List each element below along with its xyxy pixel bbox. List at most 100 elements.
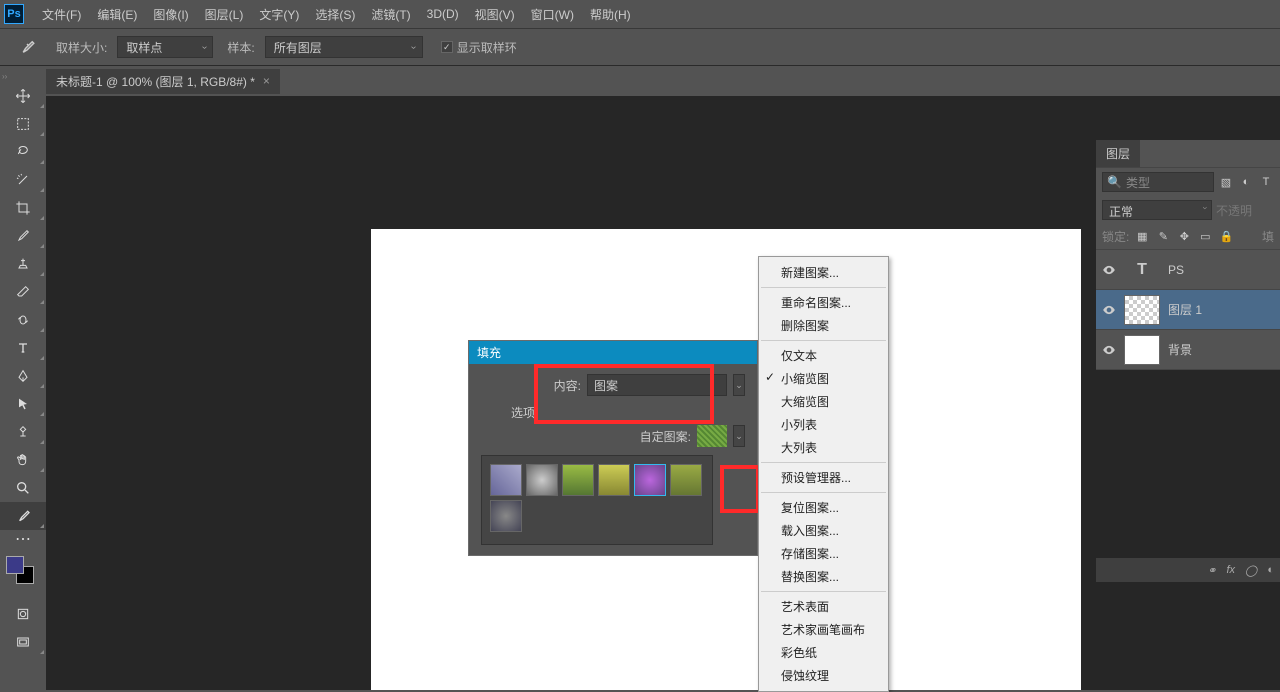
context-menu-item[interactable]: 重命名图案...: [759, 291, 888, 314]
context-menu-item[interactable]: 艺术家画笔画布: [759, 618, 888, 641]
layer-fx-icon[interactable]: fx: [1226, 564, 1235, 576]
filter-type-icon[interactable]: T: [1258, 174, 1274, 190]
layer-row[interactable]: 图层 1: [1096, 290, 1280, 330]
menu-file[interactable]: 文件(F): [34, 6, 89, 23]
close-tab-icon[interactable]: ×: [263, 74, 270, 88]
brush-tool[interactable]: [0, 222, 46, 250]
menu-3d[interactable]: 3D(D): [419, 7, 467, 21]
menu-edit[interactable]: 编辑(E): [89, 6, 145, 23]
document-tab[interactable]: 未标题-1 @ 100% (图层 1, RGB/8#) * ×: [46, 69, 280, 94]
fill-content-select[interactable]: 图案: [587, 374, 727, 396]
menu-select[interactable]: 选择(S): [307, 6, 363, 23]
visibility-icon[interactable]: [1102, 343, 1116, 357]
context-menu-item[interactable]: ✓小缩览图: [759, 367, 888, 390]
context-menu-item[interactable]: 大缩览图: [759, 390, 888, 413]
lock-pixels-icon[interactable]: ▦: [1134, 229, 1150, 245]
layer-row[interactable]: T PS: [1096, 250, 1280, 290]
pattern-preview-thumb[interactable]: [697, 425, 727, 447]
context-menu-item[interactable]: 彩色纸: [759, 641, 888, 664]
pattern-context-menu: 新建图案... 重命名图案...删除图案仅文本✓小缩览图大缩览图小列表大列表预设管…: [758, 256, 889, 692]
menu-help[interactable]: 帮助(H): [582, 6, 639, 23]
menu-view[interactable]: 视图(V): [467, 6, 523, 23]
context-menu-label: 替换图案...: [781, 570, 839, 584]
context-menu-item[interactable]: 侵蚀纹理: [759, 664, 888, 687]
lock-artboard-icon[interactable]: ▭: [1197, 229, 1213, 245]
context-menu-item[interactable]: 载入图案...: [759, 519, 888, 542]
magic-wand-tool[interactable]: [0, 166, 46, 194]
marquee-tool[interactable]: [0, 110, 46, 138]
pattern-swatch[interactable]: [490, 500, 522, 532]
context-menu-item[interactable]: 替换图案...: [759, 565, 888, 588]
pattern-swatch[interactable]: [562, 464, 594, 496]
active-tool-icon[interactable]: [12, 38, 42, 56]
layers-panel-tab[interactable]: 图层: [1096, 140, 1140, 167]
visibility-icon[interactable]: [1102, 263, 1116, 277]
menu-layer[interactable]: 图层(L): [197, 6, 252, 23]
context-menu-item[interactable]: 仅文本: [759, 344, 888, 367]
move-tool[interactable]: [0, 82, 46, 110]
type-tool[interactable]: [0, 334, 46, 362]
eyedropper-tool[interactable]: [0, 502, 46, 530]
zoom-tool[interactable]: [0, 474, 46, 502]
context-menu-label: 彩色纸: [781, 646, 817, 660]
blend-mode-select[interactable]: 正常: [1102, 200, 1212, 220]
context-menu-item[interactable]: 删除图案: [759, 314, 888, 337]
filter-pixel-icon[interactable]: ▧: [1218, 174, 1234, 190]
context-menu-label: 载入图案...: [781, 524, 839, 538]
document-tab-title: 未标题-1 @ 100% (图层 1, RGB/8#) *: [56, 73, 255, 90]
foreground-color[interactable]: [6, 556, 24, 574]
path-selection-tool[interactable]: [0, 390, 46, 418]
pattern-dropdown-icon[interactable]: ⌄: [733, 425, 745, 447]
gradient-tool[interactable]: [0, 306, 46, 334]
pattern-swatch-selected[interactable]: [634, 464, 666, 496]
menu-separator: [761, 492, 886, 493]
lock-position-icon[interactable]: ✥: [1176, 229, 1192, 245]
pattern-swatch[interactable]: [598, 464, 630, 496]
adjustment-layer-icon[interactable]: ◐: [1267, 564, 1274, 576]
link-layers-icon[interactable]: ⚭: [1207, 564, 1216, 577]
screen-mode-tool[interactable]: [0, 628, 46, 656]
context-menu-item[interactable]: 预设管理器...: [759, 466, 888, 489]
quick-mask-tool[interactable]: [0, 600, 46, 628]
layer-row[interactable]: 背景: [1096, 330, 1280, 370]
sample-size-label: 取样大小:: [56, 39, 107, 56]
eraser-tool[interactable]: [0, 278, 46, 306]
context-menu-item[interactable]: 大列表: [759, 436, 888, 459]
pattern-swatch[interactable]: [670, 464, 702, 496]
layer-mask-icon[interactable]: ◯: [1245, 564, 1257, 577]
layer-filter-select[interactable]: 🔍 类型: [1102, 172, 1214, 192]
context-menu-item[interactable]: 存储图案...: [759, 542, 888, 565]
color-swatches[interactable]: [6, 556, 46, 588]
context-menu-item[interactable]: 小列表: [759, 413, 888, 436]
pen-tool[interactable]: [0, 362, 46, 390]
lock-all-icon[interactable]: 🔒: [1218, 229, 1234, 245]
menu-filter[interactable]: 滤镜(T): [363, 6, 418, 23]
sample-label: 样本:: [227, 39, 254, 56]
layer-thumbnail: [1124, 295, 1160, 325]
layer-filter-label: 类型: [1126, 174, 1150, 191]
show-ring-checkbox[interactable]: ✓: [441, 41, 453, 53]
pattern-swatch[interactable]: [526, 464, 558, 496]
sample-size-select[interactable]: 取样点: [117, 36, 213, 58]
crop-tool[interactable]: [0, 194, 46, 222]
app-logo: Ps: [4, 4, 24, 24]
context-menu-item[interactable]: 新建图案...: [759, 261, 888, 284]
toolbar-expand-icon[interactable]: ››: [2, 72, 7, 81]
context-menu-item[interactable]: 复位图案...: [759, 496, 888, 519]
sample-select[interactable]: 所有图层: [265, 36, 423, 58]
context-menu-label: 小缩览图: [781, 372, 829, 386]
visibility-icon[interactable]: [1102, 303, 1116, 317]
edit-toolbar-icon[interactable]: ⋯: [0, 530, 46, 548]
pattern-swatch[interactable]: [490, 464, 522, 496]
menu-image[interactable]: 图像(I): [145, 6, 196, 23]
lock-brush-icon[interactable]: ✎: [1155, 229, 1171, 245]
fill-content-dropdown-icon[interactable]: ⌄: [733, 374, 745, 396]
menu-window[interactable]: 窗口(W): [523, 6, 582, 23]
lasso-tool[interactable]: [0, 138, 46, 166]
hand-tool[interactable]: [0, 446, 46, 474]
context-menu-item[interactable]: 艺术表面: [759, 595, 888, 618]
clone-stamp-tool[interactable]: [0, 250, 46, 278]
shape-tool[interactable]: [0, 418, 46, 446]
filter-adjust-icon[interactable]: ◐: [1238, 174, 1254, 190]
menu-type[interactable]: 文字(Y): [251, 6, 307, 23]
